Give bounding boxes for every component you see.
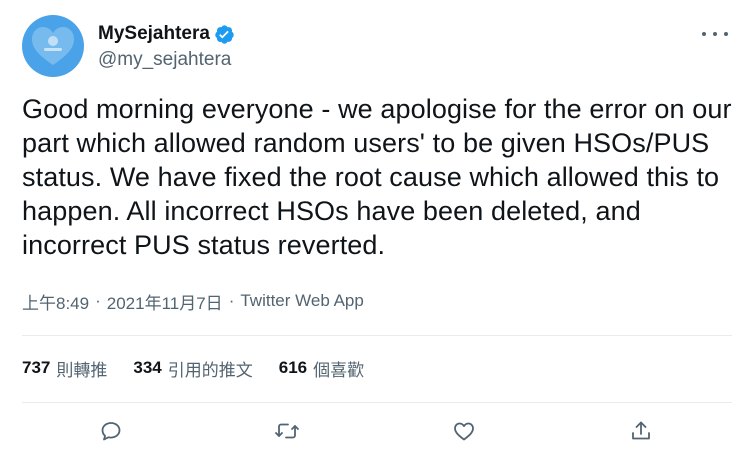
meta-separator-2: ·: [228, 291, 235, 310]
quotes-label: 引用的推文: [167, 360, 253, 380]
verified-badge-icon: [214, 24, 235, 45]
tweet-card: MySejahtera @my_sejahtera Good morning e…: [0, 0, 750, 460]
action-bar: [22, 410, 732, 450]
retweets-stat[interactable]: 737 則轉推: [22, 356, 107, 381]
more-options-icon[interactable]: [702, 24, 728, 44]
tweet-meta: 上午8:49 · 2021年11月7日 · Twitter Web App: [22, 289, 364, 313]
tweet-time[interactable]: 上午8:49: [22, 289, 89, 314]
engagement-stats: 737 則轉推 334 引用的推文 616 個喜歡: [22, 355, 390, 381]
likes-stat[interactable]: 616 個喜歡: [279, 356, 364, 381]
quotes-stat[interactable]: 334 引用的推文: [133, 356, 252, 381]
like-icon[interactable]: [449, 416, 479, 446]
retweets-label: 則轉推: [56, 360, 108, 380]
reply-icon[interactable]: [96, 416, 126, 446]
retweets-count: 737: [22, 358, 51, 377]
quotes-count: 334: [133, 358, 162, 377]
display-name[interactable]: MySejahtera: [98, 23, 210, 45]
author-names: MySejahtera @my_sejahtera: [98, 21, 235, 71]
tweet-text: Good morning everyone - we apologise for…: [22, 94, 732, 260]
tweet-header: MySejahtera @my_sejahtera: [22, 14, 732, 78]
display-name-row: MySejahtera: [98, 21, 235, 47]
divider: [22, 402, 732, 403]
retweet-icon[interactable]: [272, 416, 302, 446]
likes-label: 個喜歡: [313, 360, 365, 380]
avatar[interactable]: [22, 15, 84, 77]
tweet-date[interactable]: 2021年11月7日: [107, 289, 223, 314]
tweet-source-link[interactable]: Twitter Web App: [240, 291, 363, 311]
user-handle[interactable]: @my_sejahtera: [98, 49, 235, 71]
divider: [22, 335, 732, 336]
avatar-heart-logo: [32, 27, 74, 65]
share-icon[interactable]: [626, 416, 656, 446]
likes-count: 616: [278, 358, 308, 377]
meta-separator: ·: [95, 291, 101, 310]
